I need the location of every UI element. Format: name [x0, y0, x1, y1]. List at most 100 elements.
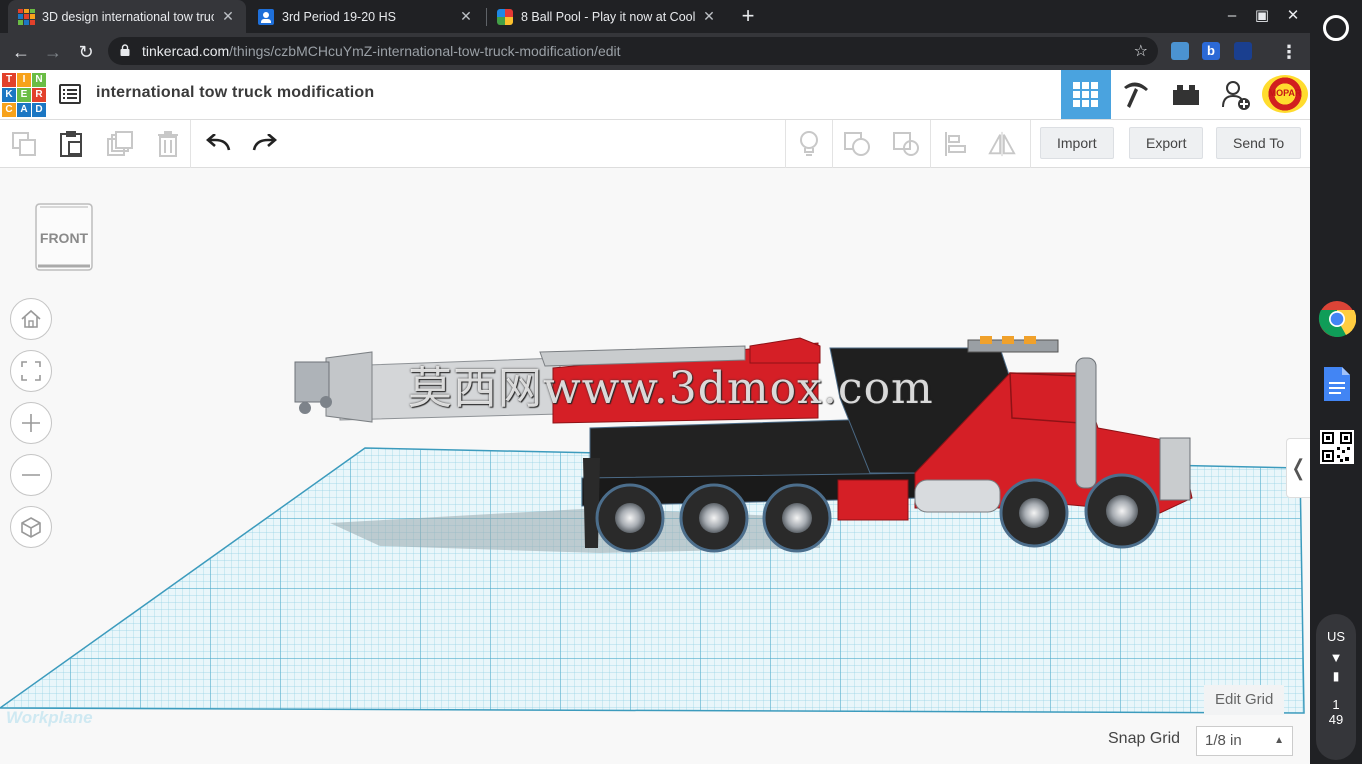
address-bar[interactable]: tinkercad.com/things/czbMCHcuYmZ-interna…	[108, 37, 1158, 65]
3d-design-view-button[interactable]	[1061, 70, 1111, 119]
design-title[interactable]: international tow truck modification	[96, 84, 374, 102]
zoom-in-button[interactable]	[10, 402, 52, 444]
toolbar-divider	[785, 120, 786, 168]
caret-up-icon: ▲	[1274, 735, 1284, 746]
workplane-label: Workplane	[6, 708, 93, 727]
undo-icon	[206, 134, 231, 151]
clock-minute: 49	[1328, 712, 1344, 727]
locale-indicator: US	[1326, 629, 1346, 644]
redo-icon	[252, 134, 277, 151]
toolbar-divider	[190, 120, 191, 168]
perspective-toggle-button[interactable]	[10, 506, 52, 548]
notes-button[interactable]	[795, 130, 823, 158]
redo-button[interactable]	[251, 130, 279, 158]
plus-icon	[22, 414, 40, 432]
trash-icon	[158, 131, 178, 157]
group-button[interactable]	[843, 130, 871, 158]
tab-8ball-pool[interactable]: 8 Ball Pool - Play it now at Coolr ✕	[487, 0, 727, 33]
chromeos-shelf: US ▼ ▮ 1 49	[1310, 0, 1362, 764]
close-window-icon[interactable]: ✕	[1283, 6, 1303, 26]
tab-classroom[interactable]: 3rd Period 19-20 HS ✕	[248, 0, 484, 33]
reload-button[interactable]: ↻	[73, 39, 99, 65]
back-button[interactable]: ←	[8, 39, 34, 65]
chrome-app-icon[interactable]	[1318, 300, 1357, 338]
tinkercad-app: T I N K E R C A D international tow truc…	[0, 70, 1310, 764]
export-button[interactable]: Export	[1129, 127, 1204, 159]
design-list-icon[interactable]	[59, 84, 81, 104]
close-icon[interactable]: ✕	[458, 8, 474, 25]
minus-icon	[22, 474, 40, 476]
paste-button[interactable]	[57, 130, 85, 158]
tab-title: 3D design international tow truc	[42, 9, 214, 24]
launcher-icon[interactable]	[1323, 15, 1349, 41]
app-header: T I N K E R C A D international tow truc…	[0, 70, 1310, 120]
new-tab-button[interactable]: +	[736, 4, 760, 28]
lego-bricks-view-button[interactable]	[1161, 70, 1211, 119]
workplane-scene	[0, 336, 1305, 714]
status-tray[interactable]: US ▼ ▮ 1 49	[1316, 614, 1356, 760]
close-icon[interactable]: ✕	[220, 8, 236, 25]
browser-toolbar: ← → ↻ tinkercad.com/things/czbMCHcuYmZ-i…	[0, 33, 1310, 70]
minecraft-view-button[interactable]	[1111, 70, 1161, 119]
logo-letter: D	[32, 103, 46, 117]
copy-button[interactable]	[10, 130, 38, 158]
view-cube-face-label: FRONT	[39, 230, 89, 246]
qr-code-icon	[1322, 432, 1352, 462]
send-to-button[interactable]: Send To	[1216, 127, 1302, 159]
user-avatar[interactable]: MOPAR	[1262, 75, 1308, 113]
toolbar-divider	[930, 120, 931, 168]
google-docs-app-icon[interactable]	[1322, 365, 1352, 403]
copy-icon	[12, 132, 36, 156]
duplicate-icon	[107, 131, 133, 156]
undo-button[interactable]	[204, 130, 232, 158]
extension-cloud-icon[interactable]	[1171, 42, 1189, 60]
restore-icon[interactable]: ▣	[1252, 6, 1272, 26]
tinkercad-logo[interactable]: T I N K E R C A D	[2, 73, 46, 117]
screen: 3D design international tow truc ✕ 3rd P…	[0, 0, 1362, 764]
logo-letter: R	[32, 88, 46, 102]
align-button[interactable]	[941, 130, 969, 158]
pool-favicon-icon	[497, 8, 513, 25]
extension-b-icon[interactable]: b	[1202, 42, 1220, 60]
view-cube[interactable]: FRONT	[32, 202, 96, 271]
ungroup-button[interactable]	[892, 130, 920, 158]
tinkercad-favicon-icon	[18, 8, 35, 25]
edit-grid-button[interactable]: Edit Grid	[1204, 685, 1285, 715]
3d-viewport[interactable]: 莫西网www.3dmox.com FRONT Workplane ❬ Edit …	[0, 168, 1310, 764]
browser-menu-icon[interactable]: ⋮	[1276, 39, 1302, 65]
invite-user-button[interactable]	[1211, 70, 1261, 119]
toolbar-divider	[832, 120, 833, 168]
logo-letter: C	[2, 103, 16, 117]
logo-letter: E	[17, 88, 31, 102]
extension-shield-icon[interactable]	[1234, 42, 1252, 60]
pickaxe-icon	[1124, 81, 1148, 108]
tab-tinkercad[interactable]: 3D design international tow truc ✕	[8, 0, 246, 33]
tab-strip: 3D design international tow truc ✕ 3rd P…	[0, 0, 1310, 33]
grid-view-icon	[1073, 81, 1098, 107]
add-user-icon	[1222, 80, 1250, 110]
group-icon	[844, 132, 870, 156]
url-path: /things/czbMCHcuYmZ-international-tow-tr…	[229, 43, 621, 59]
shapes-panel-toggle[interactable]: ❬	[1286, 438, 1310, 498]
minimize-icon[interactable]: –	[1222, 6, 1242, 26]
clock-hour: 1	[1332, 697, 1340, 712]
home-icon	[21, 309, 41, 328]
watermark-text: 莫西网www.3dmox.com	[408, 363, 934, 414]
zoom-out-button[interactable]	[10, 454, 52, 496]
forward-button[interactable]: →	[40, 39, 66, 65]
logo-letter: I	[17, 73, 31, 87]
fit-view-button[interactable]	[10, 350, 52, 392]
close-icon[interactable]: ✕	[701, 8, 717, 25]
delete-button[interactable]	[154, 130, 182, 158]
brick-icon	[1173, 84, 1199, 105]
logo-letter: K	[2, 88, 16, 102]
import-button[interactable]: Import	[1040, 127, 1114, 159]
bookmark-star-icon[interactable]: ☆	[1134, 41, 1148, 61]
mirror-button[interactable]	[988, 130, 1016, 158]
qr-code-app-icon[interactable]	[1320, 430, 1354, 464]
home-view-button[interactable]	[10, 298, 52, 340]
snap-grid-select[interactable]: 1/8 in ▲	[1196, 726, 1293, 756]
tab-title: 3rd Period 19-20 HS	[282, 9, 396, 24]
logo-letter: T	[2, 73, 16, 87]
duplicate-button[interactable]	[106, 130, 134, 158]
